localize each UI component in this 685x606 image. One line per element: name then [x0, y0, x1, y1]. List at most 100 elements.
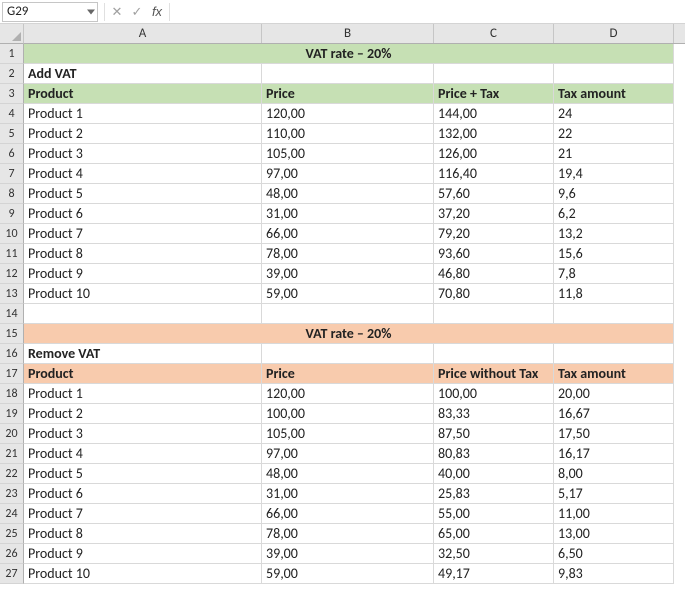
cell-price[interactable]: 105,00 [262, 144, 434, 164]
cell-tax-amount[interactable]: 9,6 [554, 184, 674, 204]
cell-price[interactable]: 78,00 [262, 244, 434, 264]
cell-product[interactable]: Product 1 [24, 384, 262, 404]
row-header-21[interactable]: 21 [0, 444, 24, 464]
cell-product[interactable]: Product 10 [24, 564, 262, 584]
cell-price-no-tax[interactable]: 49,17 [434, 564, 554, 584]
remove-vat-label[interactable]: Remove VAT [24, 344, 262, 364]
cell-price[interactable]: 97,00 [262, 164, 434, 184]
cell-product[interactable]: Product 7 [24, 504, 262, 524]
cell-price[interactable]: 59,00 [262, 284, 434, 304]
cell-product[interactable]: Product 1 [24, 104, 262, 124]
cell-price-no-tax[interactable]: 65,00 [434, 524, 554, 544]
cell-tax-amount[interactable]: 22 [554, 124, 674, 144]
cell-price-no-tax[interactable]: 100,00 [434, 384, 554, 404]
cell-price[interactable]: 105,00 [262, 424, 434, 444]
cell-price-tax[interactable]: 144,00 [434, 104, 554, 124]
cell-price-tax[interactable]: 57,60 [434, 184, 554, 204]
row-header-14[interactable]: 14 [0, 304, 24, 324]
hdr-tax-amount[interactable]: Tax amount [554, 84, 674, 104]
row-header-18[interactable]: 18 [0, 384, 24, 404]
spreadsheet-grid[interactable]: A B C D 1VAT rate – 20%2Add VAT3ProductP… [0, 24, 685, 584]
cell-product[interactable]: Product 8 [24, 244, 262, 264]
cell-tax-amount[interactable]: 16,17 [554, 444, 674, 464]
row-header-26[interactable]: 26 [0, 544, 24, 564]
cell-product[interactable]: Product 9 [24, 264, 262, 284]
cell-tax-amount[interactable]: 13,00 [554, 524, 674, 544]
cell-price-tax[interactable]: 126,00 [434, 144, 554, 164]
cell-price[interactable]: 110,00 [262, 124, 434, 144]
cell-product[interactable]: Product 3 [24, 424, 262, 444]
cell-price-no-tax[interactable]: 25,83 [434, 484, 554, 504]
formula-input[interactable] [172, 2, 683, 22]
cell-tax-amount[interactable]: 17,50 [554, 424, 674, 444]
cell-price-no-tax[interactable]: 80,83 [434, 444, 554, 464]
cell-tax-amount[interactable]: 6,2 [554, 204, 674, 224]
fx-icon[interactable]: fx [147, 2, 167, 22]
cell-product[interactable]: Product 10 [24, 284, 262, 304]
cell-B16[interactable] [262, 344, 434, 364]
cell-product[interactable]: Product 7 [24, 224, 262, 244]
row-header-22[interactable]: 22 [0, 464, 24, 484]
cell-price[interactable]: 100,00 [262, 404, 434, 424]
cell-price-tax[interactable]: 116,40 [434, 164, 554, 184]
cell-D14[interactable] [554, 304, 674, 324]
cell-tax-amount[interactable]: 6,50 [554, 544, 674, 564]
cell-product[interactable]: Product 6 [24, 204, 262, 224]
cell-tax-amount[interactable]: 20,00 [554, 384, 674, 404]
cell-D2[interactable] [554, 64, 674, 84]
cell-B2[interactable] [262, 64, 434, 84]
row-header-11[interactable]: 11 [0, 244, 24, 264]
hdr-product[interactable]: Product [24, 84, 262, 104]
row-header-19[interactable]: 19 [0, 404, 24, 424]
cell-tax-amount[interactable]: 19,4 [554, 164, 674, 184]
cell-price-tax[interactable]: 46,80 [434, 264, 554, 284]
chevron-down-icon[interactable] [87, 9, 95, 14]
cell-product[interactable]: Product 5 [24, 184, 262, 204]
row-header-13[interactable]: 13 [0, 284, 24, 304]
cell-product[interactable]: Product 2 [24, 124, 262, 144]
row-header-20[interactable]: 20 [0, 424, 24, 444]
cell-price[interactable]: 59,00 [262, 564, 434, 584]
row-header-16[interactable]: 16 [0, 344, 24, 364]
cell-A14[interactable] [24, 304, 262, 324]
cell-C2[interactable] [434, 64, 554, 84]
row-header-6[interactable]: 6 [0, 144, 24, 164]
cell-C16[interactable] [434, 344, 554, 364]
cell-product[interactable]: Product 5 [24, 464, 262, 484]
row-header-3[interactable]: 3 [0, 84, 24, 104]
cell-tax-amount[interactable]: 11,8 [554, 284, 674, 304]
cell-price-tax[interactable]: 70,80 [434, 284, 554, 304]
cell-price-no-tax[interactable]: 83,33 [434, 404, 554, 424]
cell-price-tax[interactable]: 132,00 [434, 124, 554, 144]
select-all-corner[interactable] [0, 24, 24, 44]
hdr-price[interactable]: Price [262, 84, 434, 104]
cell-product[interactable]: Product 6 [24, 484, 262, 504]
cell-tax-amount[interactable]: 9,83 [554, 564, 674, 584]
row-header-25[interactable]: 25 [0, 524, 24, 544]
cell-price-no-tax[interactable]: 55,00 [434, 504, 554, 524]
cell-tax-amount[interactable]: 7,8 [554, 264, 674, 284]
add-vat-title[interactable]: VAT rate – 20% [24, 44, 674, 64]
cell-product[interactable]: Product 4 [24, 164, 262, 184]
col-header-B[interactable]: B [262, 24, 434, 43]
cell-D16[interactable] [554, 344, 674, 364]
col-header-D[interactable]: D [554, 24, 674, 43]
cell-price-tax[interactable]: 79,20 [434, 224, 554, 244]
cell-tax-amount[interactable]: 11,00 [554, 504, 674, 524]
cell-B14[interactable] [262, 304, 434, 324]
cell-tax-amount[interactable]: 24 [554, 104, 674, 124]
row-header-1[interactable]: 1 [0, 44, 24, 64]
cell-price[interactable]: 48,00 [262, 184, 434, 204]
row-header-10[interactable]: 10 [0, 224, 24, 244]
row-header-2[interactable]: 2 [0, 64, 24, 84]
hdr-tax-amount-2[interactable]: Tax amount [554, 364, 674, 384]
cell-price[interactable]: 120,00 [262, 104, 434, 124]
cell-product[interactable]: Product 3 [24, 144, 262, 164]
cell-price[interactable]: 39,00 [262, 544, 434, 564]
cell-price-tax[interactable]: 37,20 [434, 204, 554, 224]
cell-price[interactable]: 66,00 [262, 504, 434, 524]
row-header-5[interactable]: 5 [0, 124, 24, 144]
hdr-price-tax[interactable]: Price + Tax [434, 84, 554, 104]
cell-price[interactable]: 120,00 [262, 384, 434, 404]
row-header-24[interactable]: 24 [0, 504, 24, 524]
